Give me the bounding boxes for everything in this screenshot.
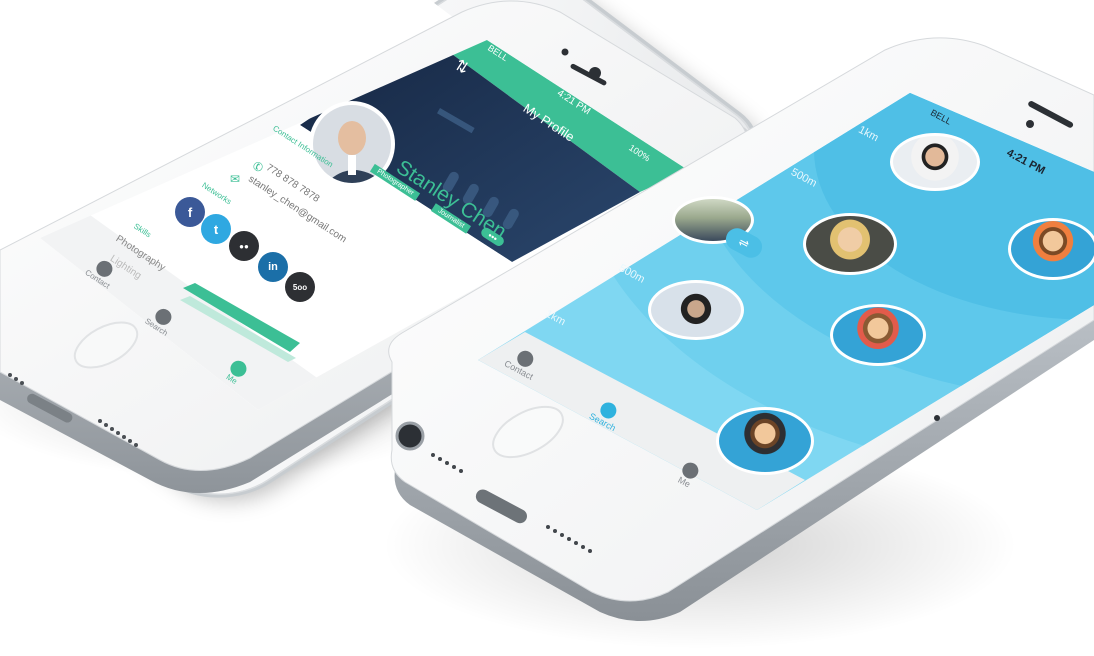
distance-label-1km-bottom: 1km: [543, 307, 568, 329]
nearby-user-avatar[interactable]: [716, 407, 814, 475]
distance-label-1km-top: 1km: [856, 123, 881, 145]
nearby-user-avatar[interactable]: [803, 213, 897, 275]
right-status-carrier: BELL: [928, 107, 954, 127]
right-screen-ui: BELL 4:21 PM 1km 500m 500m 1km ⇌ Contact…: [0, 0, 1094, 656]
right-status-time: 4:21 PM: [1004, 146, 1047, 178]
nearby-user-avatar[interactable]: [1008, 218, 1094, 280]
filter-sliders-icon[interactable]: ⇌: [722, 224, 766, 262]
right-tab-search[interactable]: Search: [588, 397, 625, 433]
distance-label-500m-top: 500m: [788, 166, 819, 190]
nearby-user-avatar[interactable]: [830, 304, 926, 366]
nearby-user-avatar[interactable]: [648, 280, 744, 340]
right-tab-me[interactable]: Me: [675, 459, 702, 490]
distance-label-500m-bottom: 500m: [616, 262, 647, 286]
nearby-user-avatar[interactable]: [890, 133, 980, 191]
right-tab-contact[interactable]: Contact: [503, 344, 543, 382]
